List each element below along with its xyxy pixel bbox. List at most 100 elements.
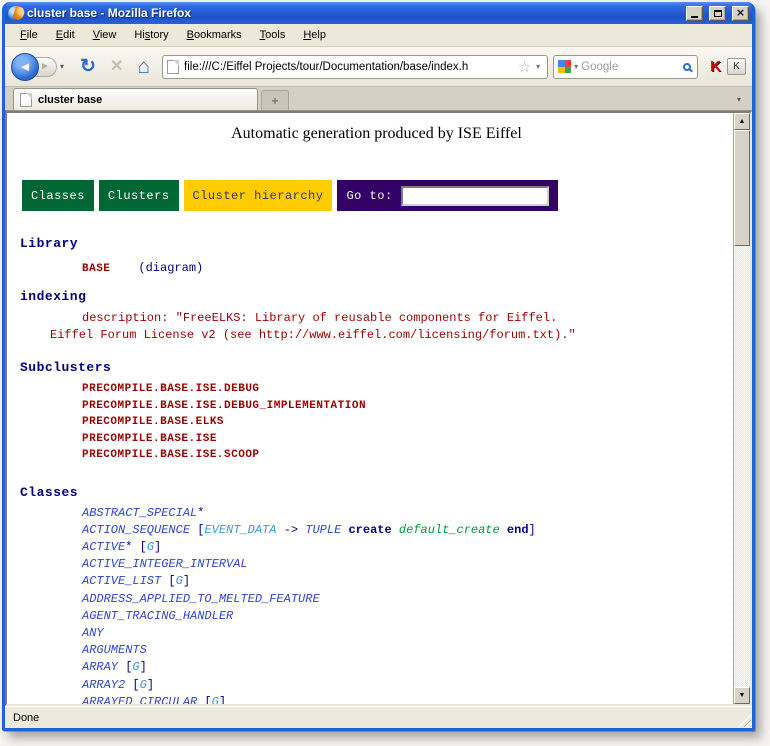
- generic-param-link[interactable]: G: [212, 695, 219, 704]
- status-bar: Done: [5, 706, 752, 728]
- class-entry: AGENT_TRACING_HANDLER: [20, 608, 733, 625]
- generic-param-link[interactable]: G: [176, 574, 183, 588]
- classes-nav-button[interactable]: Classes: [22, 180, 94, 211]
- library-heading: Library: [20, 236, 733, 251]
- goto-input[interactable]: [401, 186, 549, 206]
- menu-bar: FileEditViewHistoryBookmarksToolsHelp: [5, 24, 752, 47]
- class-link[interactable]: ADDRESS_APPLIED_TO_MELTED_FEATURE: [82, 592, 320, 606]
- menu-help[interactable]: Help: [294, 26, 335, 44]
- document-body: Automatic generation produced by ISE Eif…: [7, 113, 733, 704]
- tab-bar: cluster base + ▾: [5, 87, 752, 111]
- class-entry: ADDRESS_APPLIED_TO_MELTED_FEATURE: [20, 591, 733, 608]
- tab-label: cluster base: [38, 94, 102, 106]
- search-input[interactable]: [581, 61, 683, 73]
- class-link[interactable]: ACTION_SEQUENCE: [82, 523, 190, 537]
- subcluster-link[interactable]: PRECOMPILE.BASE.ISE.DEBUG: [20, 381, 733, 398]
- bookmark-star-icon[interactable]: ☆: [518, 58, 531, 76]
- class-text: ]: [154, 540, 161, 554]
- firefox-icon: [8, 6, 23, 21]
- class-text: * [: [125, 540, 147, 554]
- class-text: create: [341, 523, 399, 537]
- class-entry: ACTION_SEQUENCE [EVENT_DATA -> TUPLE cre…: [20, 522, 733, 539]
- content-area: Automatic generation produced by ISE Eif…: [5, 111, 752, 706]
- generic-param-link[interactable]: G: [147, 540, 154, 554]
- menu-view[interactable]: View: [84, 26, 126, 44]
- stop-button[interactable]: ✕: [110, 59, 123, 75]
- class-entry: ACTIVE_LIST [G]: [20, 573, 733, 590]
- class-link[interactable]: TUPLE: [305, 523, 341, 537]
- nav-toolbar: ◄ ► ▾ ↻ ✕ ⌂ ☆ ▾ ▾ K K: [5, 47, 752, 87]
- scroll-down-button[interactable]: ▼: [734, 687, 750, 704]
- class-text: *: [197, 506, 204, 520]
- class-text: [: [197, 695, 211, 704]
- subcluster-link[interactable]: PRECOMPILE.BASE.ISE.SCOOP: [20, 447, 733, 464]
- browser-window: cluster base - Mozilla Firefox × FileEdi…: [2, 2, 755, 731]
- class-text: [: [118, 660, 132, 674]
- class-entry: ABSTRACT_SPECIAL*: [20, 505, 733, 522]
- search-icon[interactable]: [683, 63, 691, 71]
- tab-page-icon: [20, 93, 32, 107]
- diagram-link[interactable]: (diagram): [138, 261, 203, 275]
- new-tab-button[interactable]: +: [261, 90, 289, 110]
- maximize-button[interactable]: [709, 6, 726, 21]
- close-icon: ×: [736, 7, 745, 18]
- subcluster-link[interactable]: PRECOMPILE.BASE.ISE: [20, 431, 733, 448]
- class-link[interactable]: ACTIVE_INTEGER_INTERVAL: [82, 557, 248, 571]
- maximize-icon: [714, 10, 722, 17]
- class-link[interactable]: ARRAY2: [82, 678, 125, 692]
- cluster-hierarchy-nav-button[interactable]: Cluster hierarchy: [184, 180, 333, 211]
- menu-tools[interactable]: Tools: [251, 26, 295, 44]
- generic-param-link[interactable]: EVENT_DATA: [204, 523, 276, 537]
- url-dropdown-icon[interactable]: ▾: [533, 62, 543, 71]
- url-input[interactable]: [184, 61, 516, 73]
- back-history-dropdown[interactable]: ▾: [57, 60, 67, 73]
- class-link[interactable]: ARRAY: [82, 660, 118, 674]
- close-button[interactable]: ×: [732, 6, 749, 21]
- class-link[interactable]: ABSTRACT_SPECIAL: [82, 506, 197, 520]
- class-link[interactable]: ACTIVE_LIST: [82, 574, 161, 588]
- feature-link[interactable]: default_create: [399, 523, 500, 537]
- kaspersky-icon[interactable]: K: [710, 58, 721, 75]
- search-engine-dropdown-icon[interactable]: ▾: [571, 62, 581, 71]
- address-bar[interactable]: ☆ ▾: [162, 55, 548, 79]
- search-box[interactable]: ▾: [553, 55, 698, 79]
- subcluster-link[interactable]: PRECOMPILE.BASE.ISE.DEBUG_IMPLEMENTATION: [20, 398, 733, 415]
- menu-bookmarks[interactable]: Bookmarks: [178, 26, 251, 44]
- class-link[interactable]: AGENT_TRACING_HANDLER: [82, 609, 233, 623]
- back-button[interactable]: ◄: [11, 53, 39, 81]
- classes-list: ABSTRACT_SPECIAL*ACTION_SEQUENCE [EVENT_…: [20, 505, 733, 705]
- classes-heading: Classes: [20, 485, 733, 500]
- home-button[interactable]: ⌂: [137, 56, 150, 77]
- menu-history[interactable]: History: [125, 26, 177, 44]
- generic-param-link[interactable]: G: [140, 678, 147, 692]
- class-text: ]: [147, 678, 154, 692]
- class-link[interactable]: ARRAYED_CIRCULAR: [82, 695, 197, 704]
- subcluster-link[interactable]: PRECOMPILE.BASE.ELKS: [20, 414, 733, 431]
- menu-edit[interactable]: Edit: [47, 26, 84, 44]
- reload-button[interactable]: ↻: [80, 57, 96, 76]
- vertical-scrollbar[interactable]: ▲ ▼: [733, 113, 750, 704]
- k-toolbar-button[interactable]: K: [727, 58, 746, 75]
- class-link[interactable]: ARGUMENTS: [82, 643, 147, 657]
- subclusters-heading: Subclusters: [20, 360, 733, 375]
- minimize-icon: [691, 16, 698, 18]
- goto-panel: Go to:: [337, 180, 557, 211]
- class-text: ]: [529, 523, 536, 537]
- scrollbar-thumb[interactable]: [734, 130, 750, 246]
- goto-label: Go to:: [346, 189, 392, 203]
- class-link[interactable]: ACTIVE: [82, 540, 125, 554]
- minimize-button[interactable]: [686, 6, 703, 21]
- class-link[interactable]: ANY: [82, 626, 104, 640]
- scrollbar-track[interactable]: [734, 130, 750, 687]
- list-all-tabs-button[interactable]: ▾: [730, 90, 748, 108]
- google-icon: [558, 60, 571, 73]
- menu-file[interactable]: File: [11, 26, 47, 44]
- clusters-nav-button[interactable]: Clusters: [99, 180, 179, 211]
- resize-grip[interactable]: [738, 714, 751, 727]
- class-text: [: [125, 678, 139, 692]
- scroll-up-button[interactable]: ▲: [734, 113, 750, 130]
- tab-cluster-base[interactable]: cluster base: [13, 88, 258, 110]
- page-icon: [167, 60, 179, 74]
- library-base-link[interactable]: BASE: [82, 263, 110, 275]
- generic-param-link[interactable]: G: [132, 660, 139, 674]
